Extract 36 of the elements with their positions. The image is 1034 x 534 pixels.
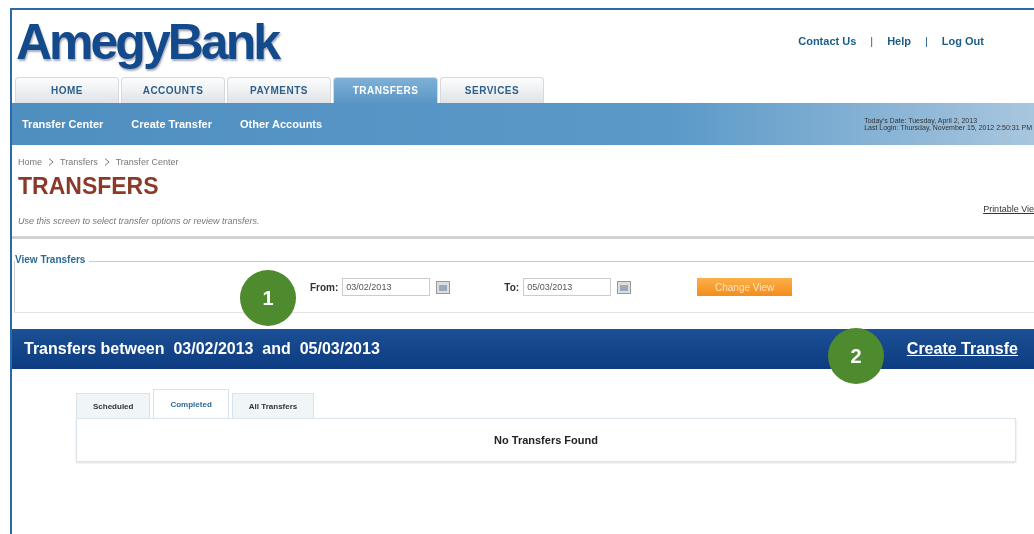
chevron-icon	[48, 158, 54, 166]
page-title: TRANSFERS	[18, 173, 159, 200]
nav-tab[interactable]: HOME	[15, 77, 119, 103]
breadcrumb-link[interactable]: Transfer Center	[115, 157, 179, 167]
breadcrumb-link[interactable]: Home	[18, 157, 42, 167]
sub-nav-link[interactable]: Create Transfer	[131, 118, 213, 130]
callout-badge: 1	[240, 270, 296, 326]
link-separator: |	[925, 35, 928, 47]
nav-tab[interactable]: PAYMENTS	[227, 77, 331, 103]
header-link[interactable]: Help	[887, 35, 911, 47]
callout-badge: 2	[828, 328, 884, 384]
date-field[interactable]: 03/02/2013	[342, 278, 431, 296]
date-field[interactable]: 05/03/2013	[523, 278, 612, 296]
printable-view-link[interactable]: Printable Vie	[983, 204, 1034, 214]
header-link[interactable]: Log Out	[941, 35, 984, 47]
calendar-icon[interactable]	[617, 280, 632, 294]
results-title: Transfers between 03/02/2013 and 05/03/2013	[24, 340, 380, 358]
empty-message: No Transfers Found	[494, 434, 598, 446]
bank-logo: AmegyBank	[16, 13, 278, 72]
nav-tab[interactable]: SERVICES	[440, 77, 544, 103]
result-tab[interactable]: All Transfers	[231, 393, 315, 419]
nav-tab[interactable]: ACCOUNTS	[121, 77, 225, 103]
create-transfer-link[interactable]: Create Transfe	[906, 340, 1018, 358]
link-separator: |	[870, 35, 874, 47]
page-description: Use this screen to select transfer options or review transfers.	[18, 216, 261, 226]
field-label: From:	[310, 281, 339, 293]
field-label: To:	[504, 281, 520, 293]
result-tab[interactable]: Completed	[153, 389, 229, 419]
sub-nav-link[interactable]: Other Accounts	[240, 118, 323, 130]
panel-legend: View Transfers	[15, 254, 90, 265]
header-link[interactable]: Contact Us	[798, 35, 857, 47]
breadcrumb-link[interactable]: Transfers	[60, 157, 98, 167]
calendar-icon[interactable]	[436, 280, 451, 294]
chevron-icon	[103, 158, 110, 166]
result-tab[interactable]: Scheduled	[76, 393, 151, 419]
sub-nav-link[interactable]: Transfer Center	[22, 118, 104, 130]
